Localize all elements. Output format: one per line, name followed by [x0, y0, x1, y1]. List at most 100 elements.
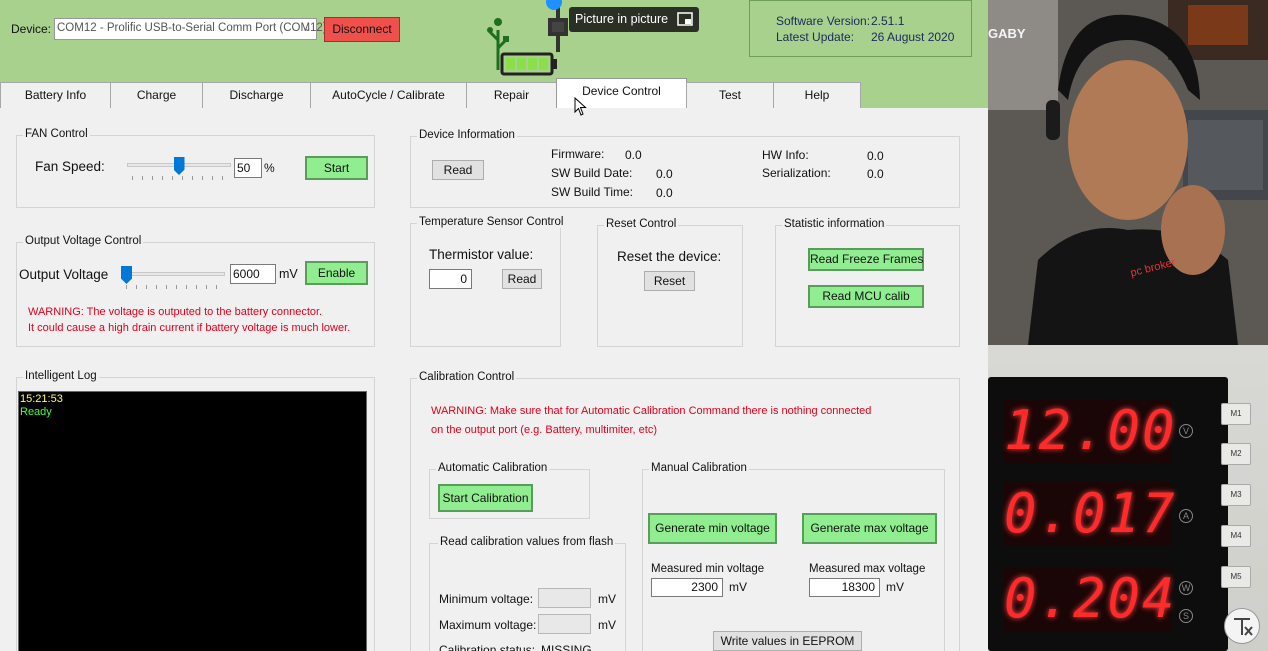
latest-update-label: Latest Update: — [776, 30, 855, 44]
measured-min-voltage-label: Measured min voltage — [651, 563, 765, 575]
sw-build-time-value: 0.0 — [656, 186, 673, 200]
device-information-group: Device Information Read Firmware: 0.0 SW… — [410, 129, 960, 208]
generate-min-voltage-button[interactable]: Generate min voltage — [648, 513, 777, 544]
fan-control-group: FAN Control Fan Speed: 50 % Start — [16, 128, 375, 208]
version-box: Software Version: 2.51.1 Latest Update: … — [749, 0, 972, 57]
maximum-voltage-field — [538, 614, 591, 634]
device-control-panel: FAN Control Fan Speed: 50 % Start Output… — [0, 108, 988, 651]
disconnect-button[interactable]: Disconnect — [324, 17, 400, 42]
output-voltage-field[interactable]: 6000 — [230, 264, 276, 284]
tab-autocycle-calibrate[interactable]: AutoCycle / Calibrate — [310, 82, 467, 108]
output-voltage-enable-button[interactable]: Enable — [305, 261, 368, 285]
amps-unit-indicator: A — [1179, 509, 1193, 523]
tab-help[interactable]: Help — [773, 82, 861, 108]
serialization-label: Serialization: — [762, 166, 831, 180]
log-console[interactable]: 15:21:53 Ready — [18, 391, 367, 651]
channel-logo-icon — [1224, 608, 1260, 644]
device-information-title: Device Information — [417, 129, 517, 141]
reset-control-title: Reset Control — [604, 218, 679, 230]
poster-text: GABY — [988, 26, 1026, 41]
read-calibration-flash-group: Read calibration values from flash Minim… — [429, 536, 626, 651]
manual-calibration-title: Manual Calibration — [649, 462, 749, 474]
software-version-label: Software Version: — [776, 14, 871, 28]
hw-info-value: 0.0 — [867, 149, 884, 163]
chevron-down-icon: ⌄ — [302, 22, 312, 34]
reset-control-group: Reset Control Reset the device: Reset — [597, 218, 743, 347]
log-line: Ready — [20, 406, 52, 418]
output-voltage-slider-ticks — [126, 285, 226, 289]
manual-calibration-group: Manual Calibration Generate min voltage … — [642, 462, 945, 651]
device-info-read-button[interactable]: Read — [432, 160, 484, 180]
pip-icon — [677, 12, 693, 26]
software-version-value: 2.51.1 — [871, 14, 905, 28]
memory-button-m2: M2 — [1221, 443, 1251, 465]
output-voltage-group: Output Voltage Control Output Voltage 60… — [16, 235, 375, 347]
device-select-value: COM12 - Prolific USB-to-Serial Comm Port… — [57, 22, 327, 34]
measured-max-voltage-label: Measured max voltage — [809, 563, 926, 575]
output-voltage-warning-line2: It could cause a high drain current if b… — [28, 322, 351, 334]
device-select[interactable]: COM12 - Prolific USB-to-Serial Comm Port… — [54, 18, 327, 40]
log-line: 15:21:53 — [20, 393, 63, 405]
memory-button-m4: M4 — [1221, 525, 1251, 547]
fan-speed-label: Fan Speed: — [35, 159, 105, 174]
picture-in-picture-button[interactable]: Picture in picture — [569, 7, 699, 32]
tab-charge[interactable]: Charge — [110, 82, 203, 108]
write-eeprom-button[interactable]: Write values in EEPROM — [713, 631, 862, 651]
calibration-control-title: Calibration Control — [417, 371, 517, 383]
measured-min-voltage-unit: mV — [729, 580, 747, 594]
calibration-warning-line1: WARNING: Make sure that for Automatic Ca… — [431, 405, 872, 417]
mouse-cursor-icon — [574, 97, 587, 116]
calibration-warning-line2: on the output port (e.g. Battery, multim… — [431, 424, 658, 436]
maximum-voltage-label: Maximum voltage: — [439, 618, 537, 632]
statistic-information-title: Statistic information — [782, 218, 887, 230]
read-freeze-frames-button[interactable]: Read Freeze Frames — [808, 248, 924, 271]
fan-speed-field[interactable]: 50 — [234, 158, 262, 178]
battery-plug-logo-icon — [484, 0, 574, 80]
output-voltage-label: Output Voltage — [19, 267, 109, 282]
battery-tool-window: Device: COM12 - Prolific USB-to-Serial C… — [0, 0, 988, 651]
sw-build-date-value: 0.0 — [656, 167, 673, 181]
intelligent-log-group: Intelligent Log 15:21:53 Ready — [16, 370, 375, 651]
tab-battery-info[interactable]: Battery Info — [0, 82, 111, 108]
tab-repair[interactable]: Repair — [466, 82, 557, 108]
thermistor-label: Thermistor value: — [429, 247, 534, 262]
measured-max-voltage-field[interactable]: 18300 — [809, 578, 880, 597]
pip-label: Picture in picture — [575, 12, 669, 26]
start-calibration-button[interactable]: Start Calibration — [438, 484, 533, 512]
current-display: 0.017 — [1004, 482, 1177, 546]
automatic-calibration-group: Automatic Calibration Start Calibration — [429, 462, 590, 519]
tab-test[interactable]: Test — [686, 82, 774, 108]
thermistor-field[interactable]: 0 — [429, 269, 472, 289]
firmware-label: Firmware: — [551, 147, 605, 161]
reset-button[interactable]: Reset — [644, 271, 695, 291]
reset-device-label: Reset the device: — [617, 249, 722, 264]
webcam-background — [988, 0, 1268, 345]
calibration-status-value: MISSING — [541, 643, 592, 651]
tab-bar: Battery Info Charge Discharge AutoCycle … — [0, 78, 988, 108]
firmware-value: 0.0 — [625, 148, 642, 162]
output-voltage-slider-track[interactable] — [121, 272, 225, 276]
fan-speed-slider-thumb[interactable] — [173, 157, 185, 175]
output-voltage-unit: mV — [279, 267, 298, 281]
fan-start-button[interactable]: Start — [305, 156, 368, 180]
read-mcu-calib-button[interactable]: Read MCU calib — [808, 285, 924, 308]
app-header: Device: COM12 - Prolific USB-to-Serial C… — [0, 0, 988, 82]
webcam-feed: GABY pc broker — [988, 0, 1268, 345]
read-calibration-flash-title: Read calibration values from flash — [438, 536, 616, 548]
serialization-value: 0.0 — [867, 167, 884, 181]
device-label: Device: — [11, 22, 52, 36]
thermistor-read-button[interactable]: Read — [502, 269, 542, 289]
maximum-voltage-unit: mV — [598, 618, 616, 632]
tab-discharge[interactable]: Discharge — [202, 82, 311, 108]
calibration-status-label: Calibration status: — [439, 643, 536, 651]
fan-control-title: FAN Control — [23, 128, 90, 140]
sw-build-time-label: SW Build Time: — [551, 185, 634, 199]
measured-min-voltage-field[interactable]: 2300 — [651, 578, 723, 597]
output-voltage-slider-thumb[interactable] — [121, 266, 132, 284]
generate-max-voltage-button[interactable]: Generate max voltage — [802, 513, 937, 544]
statistic-information-group: Statistic information Read Freeze Frames… — [775, 218, 960, 347]
hw-info-label: HW Info: — [762, 148, 809, 162]
minimum-voltage-unit: mV — [598, 592, 616, 606]
sw-build-date-label: SW Build Date: — [551, 166, 633, 180]
voltage-display: 12.00 — [1004, 399, 1177, 463]
